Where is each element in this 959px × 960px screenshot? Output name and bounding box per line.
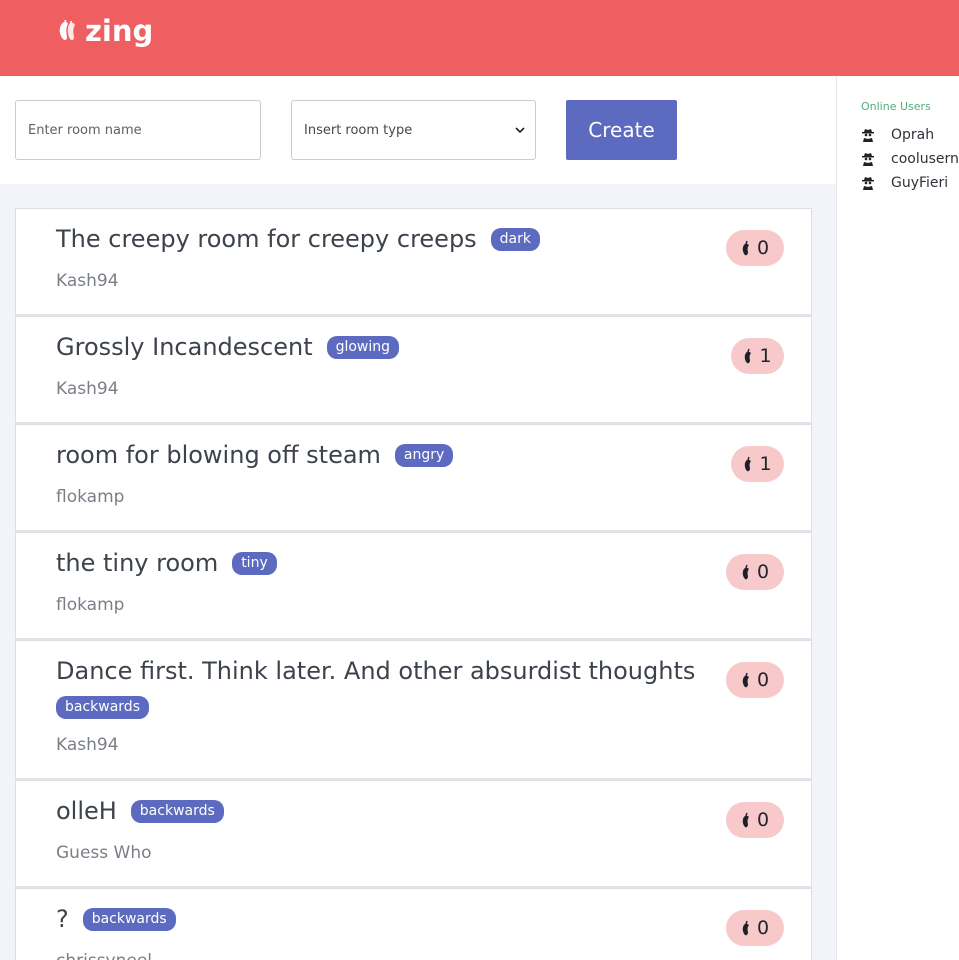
room-type-tag: angry [394, 444, 454, 467]
room-type-tag: backwards [56, 696, 149, 719]
pepper-icon [742, 672, 749, 688]
user-count: 0 [756, 669, 770, 691]
zing-logo-icon [59, 19, 75, 41]
room-owner: flokamp [56, 595, 125, 615]
room-card[interactable]: The creepy room for creepy creeps dark K… [15, 208, 812, 316]
room-title-row: Grossly Incandescent glowing [56, 329, 716, 365]
spy-user-icon [862, 129, 874, 142]
user-count: 0 [756, 237, 770, 259]
room-type-selected: Insert room type [304, 122, 413, 138]
room-name-input[interactable] [15, 100, 261, 160]
user-count-badge: 1 [731, 338, 784, 374]
user-count: 0 [756, 561, 770, 583]
room-owner: Kash94 [56, 379, 119, 399]
room-title: Grossly Incandescent [56, 333, 313, 361]
room-owner: Kash94 [56, 271, 119, 291]
user-item[interactable]: GuyFieri [861, 171, 959, 195]
user-name: coolusern [891, 151, 959, 167]
create-room-bar: Insert room type Create [0, 76, 836, 184]
user-name: Oprah [891, 127, 935, 143]
create-button[interactable]: Create [566, 100, 677, 160]
room-card[interactable]: Grossly Incandescent glowing Kash94 1 [15, 316, 812, 424]
room-list: The creepy room for creepy creeps dark K… [15, 208, 812, 960]
room-type-tag: dark [490, 228, 540, 251]
room-card[interactable]: ? backwards chrissyneel 0 [15, 888, 812, 960]
room-title-row: Dance first. Think later. And other absu… [56, 653, 716, 725]
room-type-tag: backwards [130, 800, 224, 823]
room-type-tag: glowing [326, 336, 400, 359]
pepper-icon [745, 456, 752, 472]
room-card[interactable]: room for blowing off steam angry flokamp… [15, 424, 812, 532]
room-title-row: ? backwards [56, 901, 716, 937]
user-count: 0 [756, 917, 770, 939]
app-header: zing [0, 0, 959, 76]
user-count-badge: 0 [726, 802, 784, 838]
user-count-badge: 0 [726, 554, 784, 590]
pepper-icon [742, 920, 749, 936]
room-card[interactable]: Dance first. Think later. And other absu… [15, 640, 812, 780]
user-item[interactable]: Oprah [861, 123, 959, 147]
spy-user-icon [862, 153, 874, 166]
room-owner: Kash94 [56, 735, 119, 755]
room-card[interactable]: olleH backwards Guess Who 0 [15, 780, 812, 888]
room-title-row: The creepy room for creepy creeps dark [56, 221, 716, 257]
room-type-tag: backwards [82, 908, 176, 931]
online-users-title: Online Users [861, 100, 931, 113]
online-users-sidebar: Online Users Oprah coolusern GuyFieri [836, 76, 959, 960]
room-type-select[interactable]: Insert room type [291, 100, 536, 160]
room-owner: flokamp [56, 487, 125, 507]
room-owner: Guess Who [56, 843, 152, 863]
user-count: 1 [759, 345, 772, 367]
user-name: GuyFieri [891, 175, 949, 191]
brand-name: zing [85, 14, 154, 48]
pepper-icon [742, 564, 749, 580]
room-card[interactable]: the tiny room tiny flokamp 0 [15, 532, 812, 640]
spy-user-icon [862, 177, 874, 190]
brand[interactable]: zing [57, 14, 153, 48]
room-title-row: the tiny room tiny [56, 545, 716, 581]
room-owner: chrissyneel [56, 951, 152, 960]
pepper-icon [742, 240, 749, 256]
room-type-tag: tiny [232, 552, 277, 575]
user-count: 0 [756, 809, 770, 831]
room-title: The creepy room for creepy creeps [56, 225, 477, 253]
user-count-badge: 0 [726, 230, 784, 266]
room-title: the tiny room [56, 549, 219, 577]
room-title: ? [56, 905, 69, 933]
chevron-down-icon [515, 127, 525, 134]
user-count-badge: 0 [726, 662, 784, 698]
room-title: olleH [56, 797, 117, 825]
user-count-badge: 1 [731, 446, 784, 482]
pepper-icon [745, 348, 752, 364]
user-item[interactable]: coolusern [861, 147, 959, 171]
user-count-badge: 0 [726, 910, 784, 946]
user-list: Oprah coolusern GuyFieri [861, 123, 959, 195]
room-title: Dance first. Think later. And other absu… [56, 657, 696, 685]
user-count: 1 [759, 453, 772, 475]
room-title: room for blowing off steam [56, 441, 381, 469]
room-title-row: room for blowing off steam angry [56, 437, 716, 473]
room-title-row: olleH backwards [56, 793, 716, 829]
pepper-icon [742, 812, 749, 828]
